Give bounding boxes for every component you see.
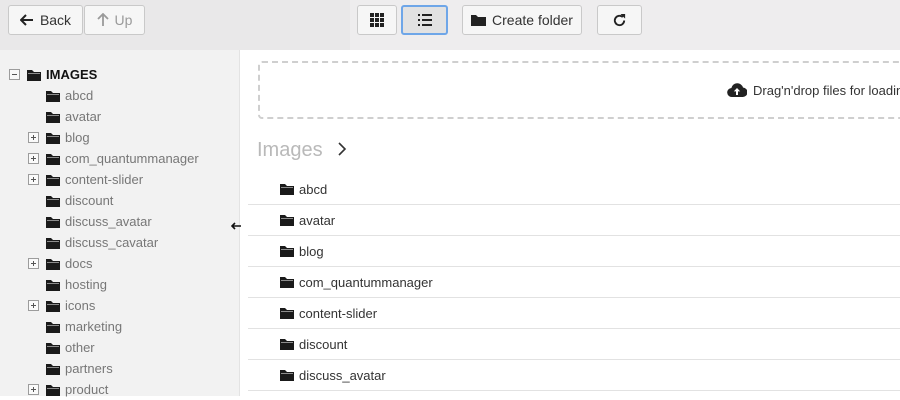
refresh-button[interactable]: [597, 5, 642, 35]
tree-item-label: partners: [65, 361, 113, 376]
collapse-toggle[interactable]: [9, 69, 20, 80]
folder-icon: [280, 308, 294, 319]
file-name: content-slider: [299, 305, 378, 321]
tree-item-label: abcd: [65, 88, 94, 103]
tree-item-label: discuss_avatar: [65, 214, 152, 229]
file-row[interactable]: com_quantummanager: [248, 267, 900, 298]
expand-toggle[interactable]: [28, 258, 39, 269]
tree-item[interactable]: hosting: [46, 274, 107, 295]
dropzone[interactable]: Drag'n'drop files for loadin: [258, 61, 900, 119]
create-folder-button[interactable]: Create folder: [462, 5, 582, 35]
file-row[interactable]: avatar: [248, 205, 900, 236]
tree-root-images[interactable]: IMAGES: [9, 64, 97, 85]
folder-icon: [46, 342, 60, 354]
tree-item-label: other: [65, 340, 95, 355]
folder-icon: [46, 363, 60, 375]
tree-item[interactable]: avatar: [46, 106, 101, 127]
expand-toggle[interactable]: [28, 153, 39, 164]
tree-item[interactable]: docs: [46, 253, 92, 274]
folder-icon: [471, 15, 487, 26]
folder-icon: [46, 174, 60, 186]
tree-item-label: marketing: [65, 319, 123, 334]
folder-icon: [46, 237, 60, 249]
tree-item[interactable]: blog: [46, 127, 90, 148]
arrow-left-icon: [19, 14, 33, 26]
folder-icon: [46, 300, 60, 312]
breadcrumb-images[interactable]: Images: [257, 139, 323, 162]
list-view-button[interactable]: [401, 5, 448, 35]
refresh-icon: [613, 13, 626, 26]
tree-item[interactable]: content-slider: [46, 169, 143, 190]
expand-toggle[interactable]: [28, 174, 39, 185]
file-row[interactable]: discount: [248, 329, 900, 360]
arrow-up-icon: [96, 13, 109, 26]
file-list-panel: Drag'n'drop files for loadin Images abcd…: [241, 50, 900, 396]
folder-icon: [280, 215, 294, 226]
dropzone-text: Drag'n'drop files for loadin: [753, 82, 900, 98]
folder-icon: [46, 153, 60, 165]
folder-icon: [46, 321, 60, 333]
file-name: avatar: [299, 212, 336, 228]
folder-icon: [280, 339, 294, 350]
folder-icon: [27, 69, 41, 81]
folder-icon: [280, 370, 294, 381]
file-row[interactable]: abcd: [248, 174, 900, 205]
folder-icon: [46, 132, 60, 144]
expand-toggle[interactable]: [28, 384, 39, 395]
tree-item[interactable]: other: [46, 337, 95, 358]
cloud-upload-icon: [727, 82, 747, 97]
tree-item-label: blog: [65, 130, 90, 145]
tree-item-label: discuss_cavatar: [65, 235, 159, 250]
folder-icon: [280, 184, 294, 195]
tree-item[interactable]: partners: [46, 358, 113, 379]
tree-item-label: hosting: [65, 277, 107, 292]
tree-item[interactable]: abcd: [46, 85, 93, 106]
file-name: abcd: [299, 181, 328, 197]
file-name: discuss_avatar: [299, 367, 386, 383]
file-row[interactable]: discuss_avatar: [248, 360, 900, 391]
file-name: blog: [299, 243, 324, 259]
create-folder-label: Create folder: [492, 12, 573, 28]
file-row[interactable]: blog: [248, 236, 900, 267]
file-row[interactable]: content-slider: [248, 298, 900, 329]
grid-icon: [370, 13, 384, 27]
tree-item[interactable]: com_quantummanager: [46, 148, 199, 169]
folder-icon: [46, 216, 60, 228]
folder-icon: [280, 277, 294, 288]
tree-item-label: product: [65, 382, 109, 397]
folder-icon: [46, 90, 60, 102]
tree-root-label: IMAGES: [46, 67, 98, 82]
folder-icon: [46, 384, 60, 396]
list-icon: [417, 14, 432, 26]
folder-icon: [46, 111, 60, 123]
up-button[interactable]: Up: [84, 5, 145, 35]
tree-item-label: icons: [65, 298, 96, 313]
back-label: Back: [39, 12, 72, 28]
expand-toggle[interactable]: [28, 132, 39, 143]
back-button[interactable]: Back: [8, 5, 83, 35]
folder-icon: [280, 246, 294, 257]
toolbar: Back Up Create folder: [0, 0, 900, 50]
tree-item-label: discount: [65, 193, 114, 208]
tree-item[interactable]: discuss_avatar: [46, 211, 152, 232]
tree-item-label: com_quantummanager: [65, 151, 199, 166]
folder-tree: IMAGES abcd avatar blog com_quantummanagerco…: [0, 50, 240, 397]
tree-item[interactable]: marketing: [46, 316, 122, 337]
chevron-right-icon[interactable]: [337, 142, 347, 156]
file-name: com_quantummanager: [299, 274, 433, 290]
tree-item-label: avatar: [65, 109, 102, 124]
tree-item-label: content-slider: [65, 172, 144, 187]
folder-icon: [46, 195, 60, 207]
up-label: Up: [114, 12, 133, 28]
folder-icon: [46, 279, 60, 291]
tree-item[interactable]: product: [46, 379, 108, 400]
tree-item[interactable]: discuss_cavatar: [46, 232, 158, 253]
folder-icon: [46, 258, 60, 270]
grid-view-button[interactable]: [357, 5, 397, 35]
expand-toggle[interactable]: [28, 300, 39, 311]
tree-item[interactable]: discount: [46, 190, 113, 211]
file-name: discount: [299, 336, 348, 352]
tree-item[interactable]: icons: [46, 295, 95, 316]
tree-item-label: docs: [65, 256, 93, 271]
